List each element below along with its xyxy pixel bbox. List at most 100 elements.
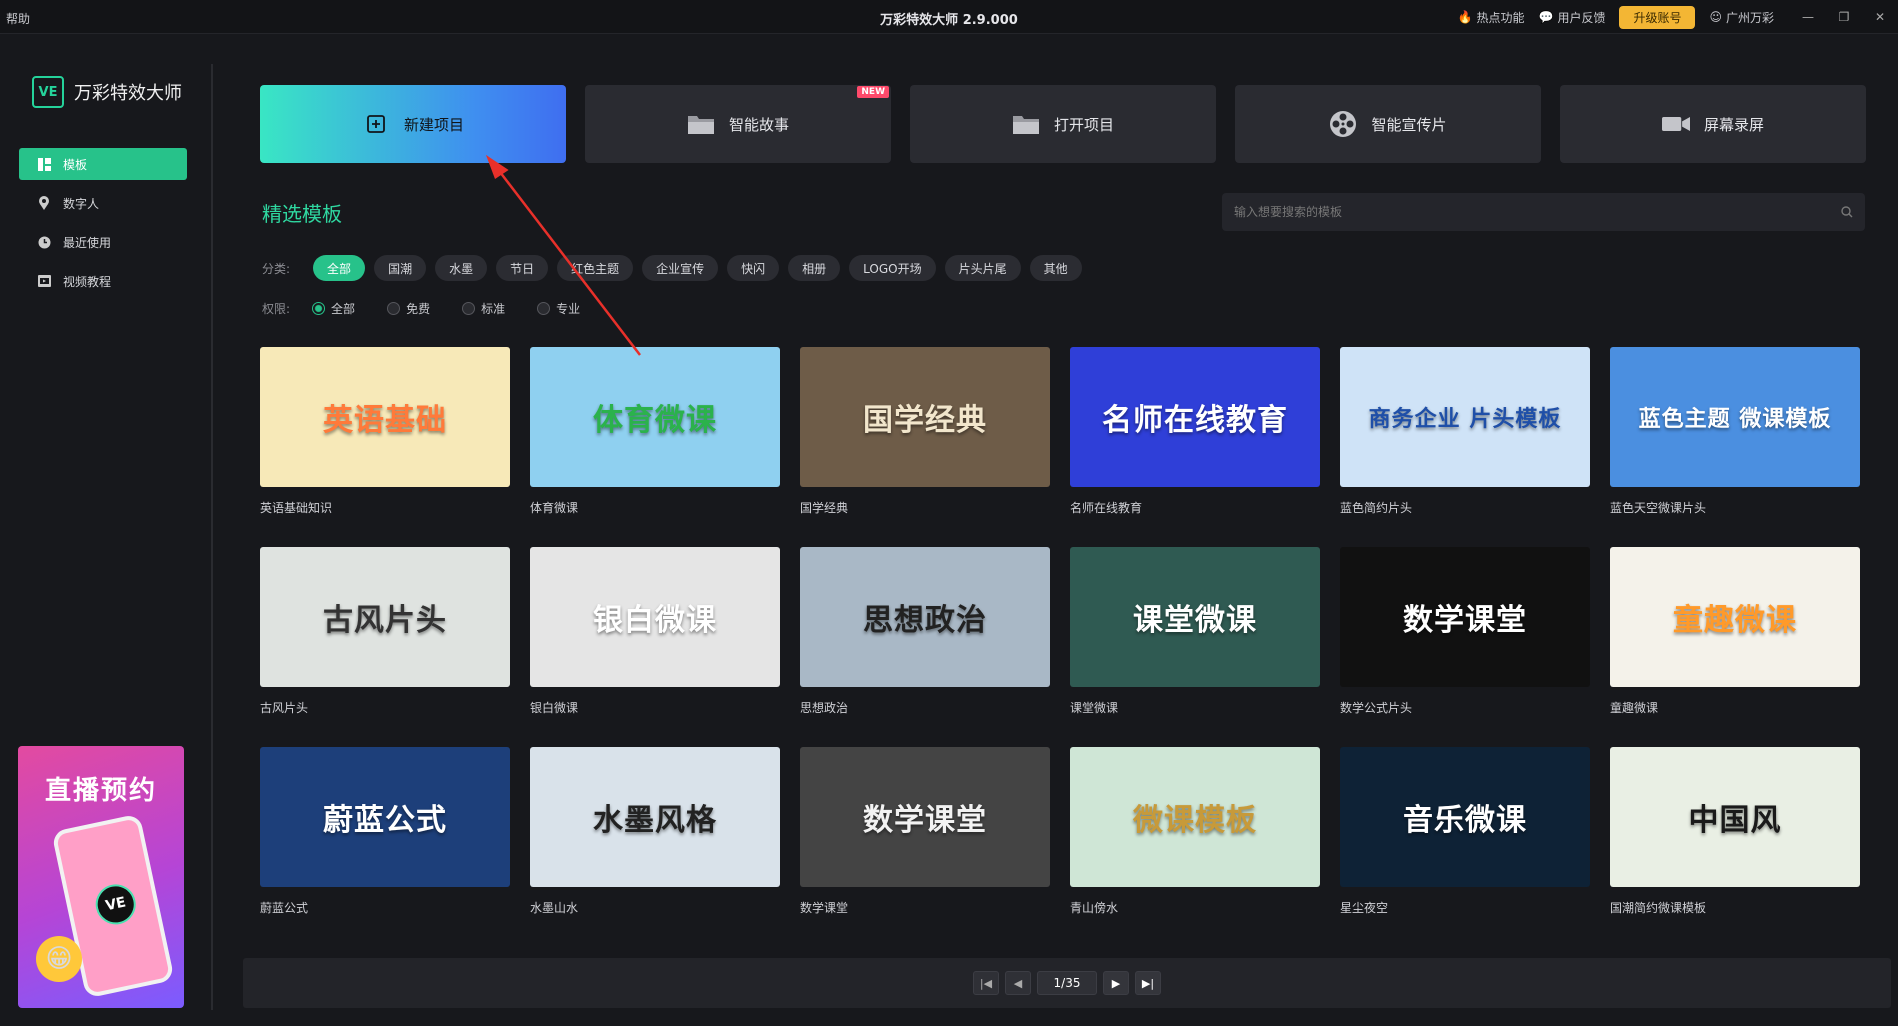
template-thumbnail[interactable]: 古风片头	[260, 547, 510, 687]
template-card[interactable]: 音乐微课 星尘夜空	[1340, 747, 1590, 927]
hot-features-label: 热点功能	[1476, 10, 1525, 25]
sidebar-item-recent[interactable]: 最近使用	[19, 226, 187, 258]
category-chip[interactable]: 快闪	[727, 255, 780, 281]
quick-actions: 新建项目 NEW 智能故事 打开项目 智能宣传片 屏幕录屏	[260, 85, 1866, 163]
category-chip[interactable]: 其他	[1029, 255, 1082, 281]
clock-icon	[37, 235, 51, 249]
prev-page-button[interactable]: ◀	[1005, 971, 1031, 995]
template-thumbnail[interactable]: 微课模板	[1070, 747, 1320, 887]
open-project-label: 打开项目	[1053, 115, 1114, 134]
category-chip[interactable]: 红色主题	[557, 255, 634, 281]
template-thumbnail[interactable]: 蔚蓝公式	[260, 747, 510, 887]
category-chip[interactable]: 企业宣传	[642, 255, 719, 281]
template-card[interactable]: 蓝色主题 微课模板 蓝色天空微课片头	[1610, 347, 1860, 527]
template-thumbnail[interactable]: 思想政治	[800, 547, 1050, 687]
template-card[interactable]: 童趣微课 童趣微课	[1610, 547, 1860, 727]
next-page-button[interactable]: ▶	[1103, 971, 1129, 995]
template-card[interactable]: 数学课堂 数学公式片头	[1340, 547, 1590, 727]
template-thumbnail[interactable]: 数学课堂	[800, 747, 1050, 887]
template-caption: 星尘夜空	[1340, 901, 1389, 915]
category-chip[interactable]: 水墨	[435, 255, 488, 281]
template-thumbnail[interactable]: 蓝色主题 微课模板	[1610, 347, 1860, 487]
template-card[interactable]: 名师在线教育 名师在线教育	[1070, 347, 1320, 527]
sidebar-item-template[interactable]: 模板	[19, 148, 187, 180]
smart-story-label: 智能故事	[728, 115, 789, 134]
live-reservation-banner[interactable]: 直播预约 VE 😁	[18, 746, 184, 1008]
template-thumbnail[interactable]: 名师在线教育	[1070, 347, 1320, 487]
template-thumbnail-title: 体育微课	[593, 403, 717, 438]
template-card[interactable]: 体育微课 体育微课	[530, 347, 780, 527]
template-thumbnail[interactable]: 银白微课	[530, 547, 780, 687]
template-caption: 名师在线教育	[1070, 501, 1143, 515]
help-menu[interactable]: 帮助	[6, 10, 30, 27]
sidebar-item-digital-human[interactable]: 数字人	[19, 187, 187, 219]
template-card[interactable]: 思想政治 思想政治	[800, 547, 1050, 727]
permission-radio[interactable]: 全部	[312, 300, 355, 317]
category-chip[interactable]: LOGO开场	[849, 255, 936, 281]
sidebar-item-label: 最近使用	[63, 235, 112, 250]
close-button[interactable]: ✕	[1862, 10, 1898, 24]
radio-dot	[387, 302, 401, 315]
hot-features-link[interactable]: 🔥 热点功能	[1458, 9, 1525, 26]
first-page-button[interactable]: |◀	[973, 971, 999, 995]
template-thumbnail[interactable]: 音乐微课	[1340, 747, 1590, 887]
search-icon[interactable]	[1841, 203, 1853, 222]
template-caption: 银白微课	[530, 701, 579, 715]
new-project-label: 新建项目	[403, 115, 464, 134]
restore-button[interactable]: ❐	[1826, 10, 1862, 24]
template-thumbnail-title: 名师在线教育	[1102, 403, 1288, 438]
template-card[interactable]: 英语基础 英语基础知识	[260, 347, 510, 527]
permission-radio[interactable]: 专业	[537, 300, 580, 317]
template-card[interactable]: 数学课堂 数学课堂	[800, 747, 1050, 927]
video-icon	[37, 274, 51, 288]
template-card[interactable]: 国学经典 国学经典	[800, 347, 1050, 527]
template-thumbnail[interactable]: 英语基础	[260, 347, 510, 487]
feedback-link[interactable]: 💬 用户反馈	[1538, 9, 1605, 26]
fire-icon: 🔥	[1457, 10, 1473, 24]
template-thumbnail-title: 英语基础	[323, 403, 447, 438]
template-thumbnail-title: 童趣微课	[1673, 603, 1797, 638]
category-chip[interactable]: 节日	[496, 255, 549, 281]
category-chip[interactable]: 国潮	[374, 255, 427, 281]
template-card[interactable]: 中国风 国潮简约微课模板	[1610, 747, 1860, 927]
template-thumbnail[interactable]: 中国风	[1610, 747, 1860, 887]
template-thumbnail-title: 水墨风格	[593, 803, 717, 838]
template-thumbnail[interactable]: 商务企业 片头模板	[1340, 347, 1590, 487]
user-account[interactable]: ☺ 广州万彩	[1709, 9, 1774, 26]
template-card[interactable]: 银白微课 银白微课	[530, 547, 780, 727]
permission-option-label: 全部	[331, 302, 356, 316]
template-thumbnail[interactable]: 国学经典	[800, 347, 1050, 487]
permission-radio[interactable]: 标准	[462, 300, 505, 317]
minimize-button[interactable]: —	[1790, 10, 1826, 24]
smart-story-button[interactable]: NEW 智能故事	[585, 85, 891, 163]
template-thumbnail[interactable]: 课堂微课	[1070, 547, 1320, 687]
category-chip[interactable]: 片头片尾	[944, 255, 1021, 281]
template-card[interactable]: 微课模板 青山傍水	[1070, 747, 1320, 927]
open-project-button[interactable]: 打开项目	[910, 85, 1216, 163]
new-project-button[interactable]: 新建项目	[260, 85, 566, 163]
template-card[interactable]: 课堂微课 课堂微课	[1070, 547, 1320, 727]
user-icon: ☺	[1709, 10, 1722, 24]
title-bar-actions: 🔥 热点功能 💬 用户反馈 升级账号 ☺ 广州万彩 — ❐ ✕	[1444, 0, 1898, 34]
template-card[interactable]: 古风片头 古风片头	[260, 547, 510, 727]
upgrade-button[interactable]: 升级账号	[1619, 5, 1696, 29]
template-card[interactable]: 商务企业 片头模板 蓝色简约片头	[1340, 347, 1590, 527]
last-page-button[interactable]: ▶|	[1135, 971, 1161, 995]
template-caption: 思想政治	[800, 701, 849, 715]
category-chip[interactable]: 相册	[788, 255, 841, 281]
template-caption: 水墨山水	[530, 901, 579, 915]
template-thumbnail-title: 数学课堂	[863, 803, 987, 838]
template-thumbnail[interactable]: 数学课堂	[1340, 547, 1590, 687]
permission-radio[interactable]: 免费	[387, 300, 430, 317]
template-thumbnail[interactable]: 水墨风格	[530, 747, 780, 887]
search-input[interactable]	[1234, 205, 1794, 219]
template-card[interactable]: 水墨风格水墨山水	[530, 747, 780, 927]
sidebar-item-tutorials[interactable]: 视频教程	[19, 265, 187, 297]
smart-promo-video-button[interactable]: 智能宣传片	[1235, 85, 1541, 163]
template-thumbnail[interactable]: 体育微课	[530, 347, 780, 487]
category-chip[interactable]: 全部	[313, 255, 366, 281]
screen-record-button[interactable]: 屏幕录屏	[1560, 85, 1866, 163]
user-name: 广州万彩	[1725, 10, 1774, 25]
template-thumbnail[interactable]: 童趣微课	[1610, 547, 1860, 687]
template-card[interactable]: 蔚蓝公式 蔚蓝公式	[260, 747, 510, 927]
